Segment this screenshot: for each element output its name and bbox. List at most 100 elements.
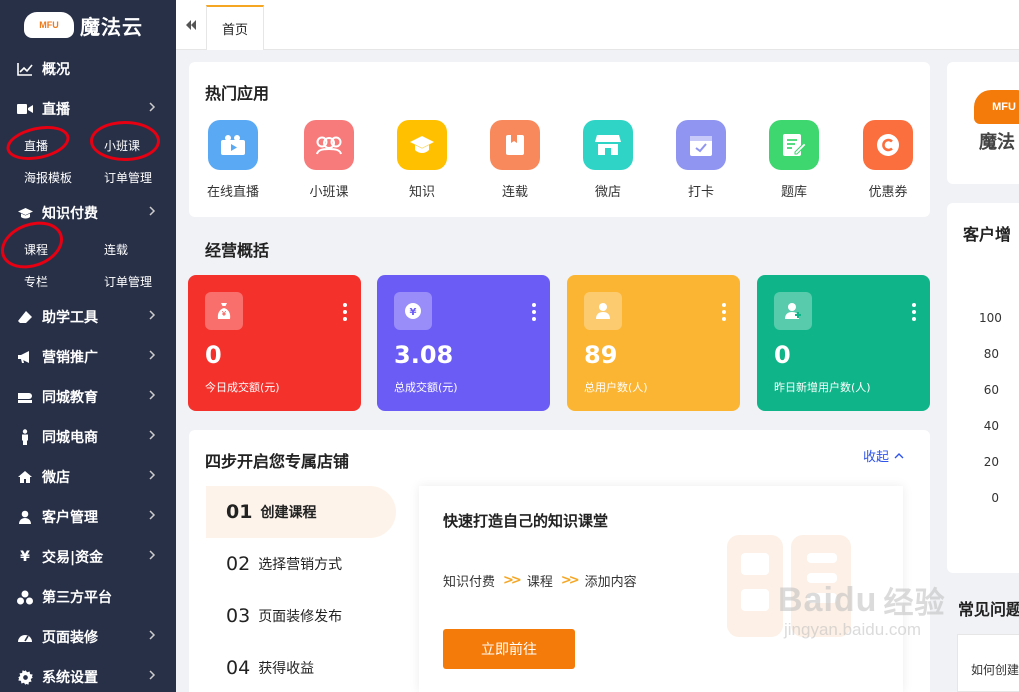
watermark-url: jingyan.baidu.com — [784, 620, 922, 639]
cap-icon — [397, 120, 447, 170]
brand-name: 魔法云 — [80, 14, 143, 39]
app-live[interactable]: 在线直播 — [198, 120, 268, 200]
calendar-check-icon — [676, 120, 726, 170]
step-3[interactable]: 03 页面装修发布 — [206, 590, 396, 642]
submenu-serial[interactable]: 连载 — [104, 233, 176, 265]
app-label: 小班课 — [309, 185, 349, 200]
sidebar-item-study-tools[interactable]: 助学工具 — [0, 297, 176, 337]
brand-text: 魔法 — [979, 132, 1015, 153]
brand-logo[interactable]: MFU 魔法云 — [0, 0, 176, 50]
crumb-item: 课程 — [526, 575, 553, 590]
app-question-bank[interactable]: 题库 — [759, 120, 829, 200]
crumb-item: 知识付费 — [443, 575, 496, 590]
step-4[interactable]: 04 获得收益 — [206, 642, 396, 692]
top-bar: 首页 — [176, 0, 1019, 50]
stat-value: 0 — [774, 341, 791, 369]
chevron-right-icon — [149, 550, 156, 560]
sidebar-item-label: 概况 — [42, 62, 70, 78]
stat-value: 0 — [205, 341, 222, 369]
stat-card-new-users-yesterday[interactable]: 0 昨日新增用户数(人) — [757, 275, 930, 411]
sidebar-item-micro-store[interactable]: 微店 — [0, 457, 176, 497]
submenu-small-class[interactable]: 小班课 — [90, 121, 176, 161]
submenu-order-management[interactable]: 订单管理 — [104, 265, 176, 297]
tab-home[interactable]: 首页 — [206, 5, 264, 50]
sidebar: MFU 魔法云 概况 直播 直播 小班课 海报模板 订单管理 知识付费 课程 连… — [0, 0, 176, 692]
customer-growth-chart-card: 客户增 100 80 60 40 20 0 — [947, 203, 1019, 573]
app-coupon[interactable]: 优惠券 — [853, 120, 923, 200]
user-plus-icon — [774, 292, 812, 330]
sidebar-item-local-education[interactable]: 同城教育 — [0, 377, 176, 417]
home-icon — [16, 468, 34, 486]
stat-label: 总用户数(人) — [584, 381, 648, 394]
chart-y-tick: 100 — [979, 311, 1002, 325]
app-micro-store[interactable]: 微店 — [573, 120, 643, 200]
watermark-brand: Baidu — [778, 580, 878, 619]
book-icon — [16, 388, 34, 406]
sidebar-item-overview[interactable]: 概况 — [0, 49, 176, 89]
sidebar-item-label: 系统设置 — [42, 670, 98, 686]
collapse-label: 收起 — [862, 450, 889, 465]
sidebar-item-live[interactable]: 直播 — [0, 89, 176, 129]
cloud-logo-icon: MFU — [24, 12, 74, 38]
app-check-in[interactable]: 打卡 — [666, 120, 736, 200]
gear-icon — [16, 668, 34, 686]
app-knowledge[interactable]: 知识 — [387, 120, 457, 200]
faq-title: 常见问题 — [958, 600, 1019, 619]
submenu-order-management[interactable]: 订单管理 — [104, 161, 176, 193]
app-label: 连载 — [501, 185, 528, 200]
sidebar-item-label: 营销推广 — [42, 350, 98, 366]
step-number: 04 — [226, 657, 251, 679]
sidebar-item-label: 微店 — [42, 470, 70, 486]
dashboard-icon — [16, 628, 34, 646]
stat-card-total-revenue[interactable]: ¥ 3.08 总成交额(元) — [377, 275, 550, 411]
step-2[interactable]: 02 选择营销方式 — [206, 538, 396, 590]
sidebar-item-marketing[interactable]: 营销推广 — [0, 337, 176, 377]
app-small-class[interactable]: 小班课 — [294, 120, 364, 200]
sidebar-item-label: 客户管理 — [42, 510, 98, 526]
collapse-sidebar-button[interactable] — [176, 0, 206, 50]
more-icon[interactable] — [912, 303, 916, 324]
stat-card-today-revenue[interactable]: ¥ 0 今日成交额(元) — [188, 275, 361, 411]
double-arrow-icon: >> — [503, 573, 522, 588]
stat-card-total-users[interactable]: 89 总用户数(人) — [567, 275, 740, 411]
more-icon[interactable] — [532, 303, 536, 324]
go-now-button[interactable]: 立即前往 — [443, 629, 575, 669]
sidebar-item-label: 同城电商 — [42, 430, 98, 446]
faq-item-label: 如何创建 — [971, 663, 1019, 677]
chevron-right-icon — [149, 470, 156, 480]
sidebar-item-system-settings[interactable]: 系统设置 — [0, 657, 176, 692]
faq-item[interactable]: 如何创建 — [957, 634, 1019, 692]
svg-text:¥: ¥ — [410, 307, 417, 318]
megaphone-icon — [16, 348, 34, 366]
sidebar-item-page-decoration[interactable]: 页面装修 — [0, 617, 176, 657]
sidebar-item-third-party[interactable]: 第三方平台 — [0, 577, 176, 617]
chevron-up-icon — [894, 452, 904, 458]
sidebar-item-trade-funds[interactable]: ¥ 交易|资金 — [0, 537, 176, 577]
submenu-label: 订单管理 — [104, 170, 153, 185]
double-chevron-left-icon — [186, 20, 196, 30]
submenu-label: 订单管理 — [104, 274, 153, 289]
chart-y-tick: 60 — [983, 383, 999, 397]
app-label: 打卡 — [687, 185, 714, 200]
cloud-logo-icon: MFU — [974, 90, 1019, 124]
sidebar-item-customer-management[interactable]: 客户管理 — [0, 497, 176, 537]
step-label: 创建课程 — [260, 505, 317, 521]
step-1[interactable]: 01 创建课程 — [206, 486, 396, 538]
more-icon[interactable] — [343, 303, 347, 324]
app-serial[interactable]: 连载 — [480, 120, 550, 200]
annotation-circle — [90, 121, 160, 161]
hot-apps-card: 热门应用 在线直播 小班课 知识 连载 微店 打卡 题库 优惠券 — [189, 62, 930, 217]
sidebar-item-label: 同城教育 — [42, 390, 98, 406]
graduation-cap-icon — [16, 204, 34, 222]
submenu-course[interactable]: 课程 — [0, 213, 104, 277]
submenu-poster-template[interactable]: 海报模板 — [24, 161, 104, 193]
submenu-label: 连载 — [104, 242, 129, 257]
sidebar-item-local-ecommerce[interactable]: 同城电商 — [0, 417, 176, 457]
money-bag-icon: ¥ — [205, 292, 243, 330]
chart-title: 客户增 — [963, 225, 1012, 244]
logo-mark: MFU — [992, 101, 1016, 113]
chart-line-icon — [16, 60, 34, 78]
collapse-link[interactable]: 收起 — [863, 446, 904, 465]
submenu-column[interactable]: 专栏 — [24, 265, 104, 297]
more-icon[interactable] — [722, 303, 726, 324]
